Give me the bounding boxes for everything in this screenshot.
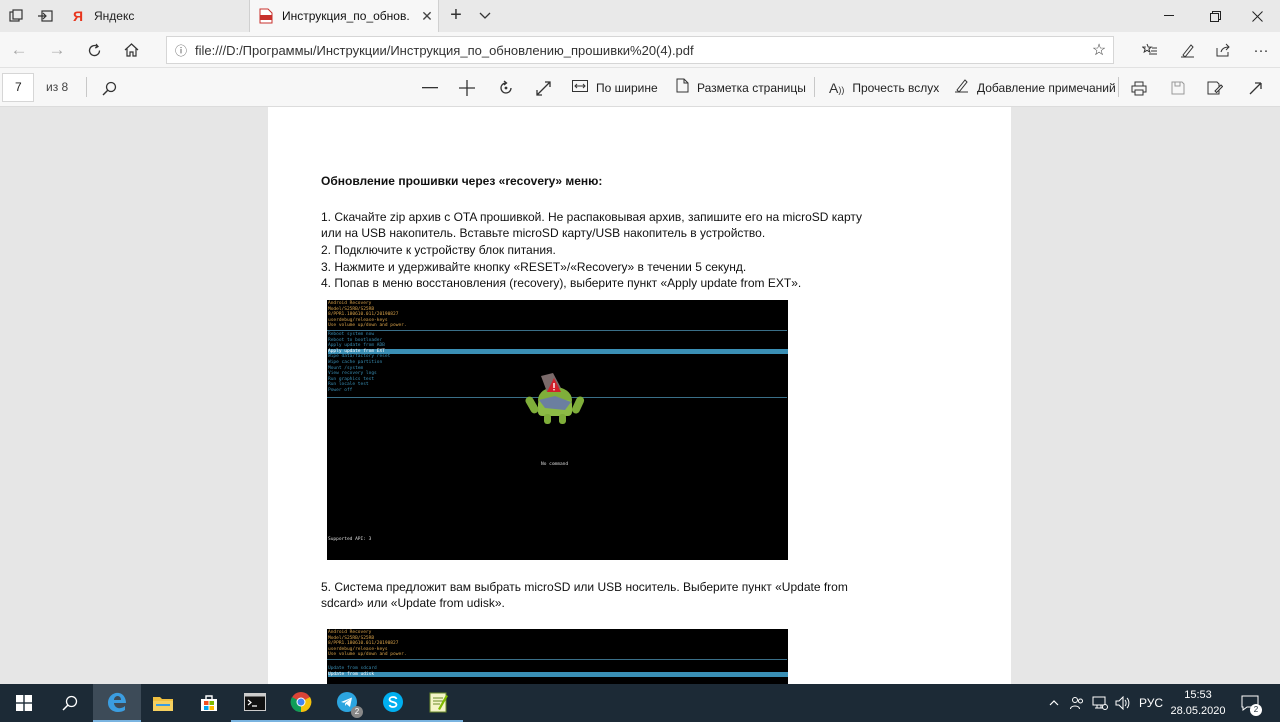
divider xyxy=(86,77,87,97)
action-center-icon[interactable]: 2 xyxy=(1236,684,1264,722)
tab-manager-icon[interactable] xyxy=(7,7,25,25)
recovery-header-line: Use volume up/down and power. xyxy=(328,323,407,329)
add-notes-label: Добавление примечаний xyxy=(977,81,1116,95)
paragraph-line: sdcard» или «Update from udisk». xyxy=(321,596,505,610)
pen-icon xyxy=(954,78,969,98)
print-icon[interactable] xyxy=(1127,76,1151,100)
web-note-pen-icon[interactable] xyxy=(1173,38,1201,62)
fit-width-label: По ширине xyxy=(596,81,658,95)
page-total: из 8 xyxy=(46,80,69,94)
store-icon[interactable] xyxy=(185,684,233,722)
fullscreen-icon[interactable] xyxy=(531,76,555,100)
tab-title: Инструкция_по_обнов. xyxy=(282,9,410,23)
address-bar-row: ← → ⓘ file:///D:/Программы/Инструкции/Ин… xyxy=(0,32,1280,68)
show-hidden-icons-chevron-icon[interactable] xyxy=(1044,684,1064,722)
paragraph-line: 5. Система предложит вам выбрать microSD… xyxy=(321,580,848,594)
tab-title: Яндекс xyxy=(94,9,135,23)
tab-yandex[interactable]: Я Яндекс xyxy=(62,0,248,32)
divider xyxy=(327,659,787,660)
recovery-screenshot: Android Recovery Model/S25RB/S25RB 8/PPR… xyxy=(327,300,788,560)
add-notes-button[interactable]: Добавление примечаний xyxy=(954,76,1116,100)
close-window-icon[interactable] xyxy=(1234,0,1280,32)
divider xyxy=(814,77,815,97)
restore-icon[interactable] xyxy=(1192,0,1238,32)
tab-strip: Я Яндекс Инструкция_по_обнов. ✕ + xyxy=(0,0,1280,32)
favorite-star-icon[interactable]: ☆ xyxy=(1085,40,1113,60)
share-icon[interactable] xyxy=(1209,38,1237,62)
skype-icon[interactable] xyxy=(369,684,417,722)
paragraph-line: или на USB накопитель. Вставьте microSD … xyxy=(321,226,766,240)
recovery-menu-item: Power off xyxy=(328,388,353,393)
zoom-out-icon[interactable] xyxy=(418,76,442,100)
minimize-icon[interactable] xyxy=(1146,0,1192,32)
refresh-icon[interactable] xyxy=(80,38,108,62)
set-aside-tabs-icon[interactable] xyxy=(36,7,54,25)
back-icon[interactable]: ← xyxy=(5,38,33,62)
search-icon[interactable] xyxy=(46,684,94,722)
read-aloud-button[interactable]: A)) Прочесть вслух xyxy=(829,76,939,100)
pdf-page: Обновление прошивки через «recovery» мен… xyxy=(268,107,1011,684)
yandex-icon: Я xyxy=(72,8,84,24)
section-heading: Обновление прошивки через «recovery» мен… xyxy=(321,174,603,188)
volume-icon[interactable] xyxy=(1112,684,1134,722)
user-icon[interactable] xyxy=(1066,684,1088,722)
paragraph-line: 3. Нажмите и удерживайте кнопку «RESET»/… xyxy=(321,260,747,274)
url-text: file:///D:/Программы/Инструкции/Инструкц… xyxy=(195,42,694,58)
search-icon[interactable] xyxy=(97,76,121,100)
telegram-icon[interactable]: 2 xyxy=(323,684,371,722)
network-icon[interactable] xyxy=(1089,684,1111,722)
paragraph-line: 4. Попав в меню восстановления (recovery… xyxy=(321,276,802,290)
read-aloud-icon: A)) xyxy=(829,80,845,96)
recovery-header-line: Use volume up/down and power. xyxy=(328,652,407,658)
save-as-icon[interactable] xyxy=(1203,76,1227,100)
recovery-screenshot: Android Recovery Model/S25RB/S25RB 8/PPR… xyxy=(327,629,788,684)
input-language[interactable]: РУС xyxy=(1136,684,1166,722)
clock[interactable]: 15:53 28.05.2020 xyxy=(1164,687,1232,719)
supported-api-text: Supported API: 3 xyxy=(328,537,372,542)
recovery-menu-item-selected: Apply update from EXT xyxy=(328,348,788,355)
telegram-unread-badge: 2 xyxy=(351,706,363,718)
divider xyxy=(1118,77,1119,97)
fit-width-icon xyxy=(572,79,588,97)
page-layout-label: Разметка страницы xyxy=(697,81,806,95)
info-icon[interactable]: ⓘ xyxy=(167,42,195,59)
pdf-viewer[interactable]: Обновление прошивки через «recovery» мен… xyxy=(0,107,1280,684)
edge-icon[interactable] xyxy=(93,684,141,722)
home-icon[interactable] xyxy=(117,38,145,62)
clock-date: 28.05.2020 xyxy=(1170,705,1226,717)
close-tab-icon[interactable]: ✕ xyxy=(416,8,438,25)
clock-time: 15:53 xyxy=(1184,689,1212,701)
notification-count-badge: 2 xyxy=(1250,704,1262,716)
address-field[interactable]: ⓘ file:///D:/Программы/Инструкции/Инстру… xyxy=(166,36,1114,64)
zoom-in-icon[interactable] xyxy=(455,76,479,100)
paragraph-line: 2. Подключите к устройству блок питания. xyxy=(321,243,556,257)
page-number-input[interactable]: 7 xyxy=(2,73,34,102)
tab-pdf[interactable]: Инструкция_по_обнов. ✕ xyxy=(249,0,439,32)
recovery-menu-item-selected: Update from udisk xyxy=(328,671,788,678)
pdf-toolbar: 7 из 8 По ширине Разметка страницы A)) П… xyxy=(0,68,1280,107)
pin-toolbar-icon[interactable] xyxy=(1243,76,1267,100)
file-explorer-icon[interactable] xyxy=(139,684,187,722)
fit-width-button[interactable]: По ширине xyxy=(572,76,658,100)
more-options-icon[interactable]: ··· xyxy=(1247,38,1275,62)
page-layout-button[interactable]: Разметка страницы xyxy=(676,76,806,100)
notepad-icon[interactable] xyxy=(415,684,463,722)
save-icon[interactable] xyxy=(1166,76,1190,100)
pdf-icon xyxy=(258,8,274,24)
tab-preview-chevron-icon[interactable] xyxy=(476,7,494,25)
terminal-icon[interactable] xyxy=(231,684,279,722)
page-layout-icon xyxy=(676,78,689,98)
no-command-text: No command xyxy=(541,462,569,467)
start-icon[interactable] xyxy=(0,684,48,722)
new-tab-icon[interactable]: + xyxy=(447,4,465,26)
divider xyxy=(327,330,787,331)
rotate-icon[interactable] xyxy=(494,76,518,100)
forward-icon[interactable]: → xyxy=(43,38,71,62)
read-aloud-label: Прочесть вслух xyxy=(852,81,940,95)
taskbar: 2 РУС 15:53 28.05.2020 2 xyxy=(0,684,1280,722)
chrome-icon[interactable] xyxy=(277,684,325,722)
paragraph-line: 1. Скачайте zip архив с OTA прошивкой. Н… xyxy=(321,210,863,224)
favorites-hub-icon[interactable] xyxy=(1136,38,1164,62)
android-robot-error-icon xyxy=(525,373,585,424)
